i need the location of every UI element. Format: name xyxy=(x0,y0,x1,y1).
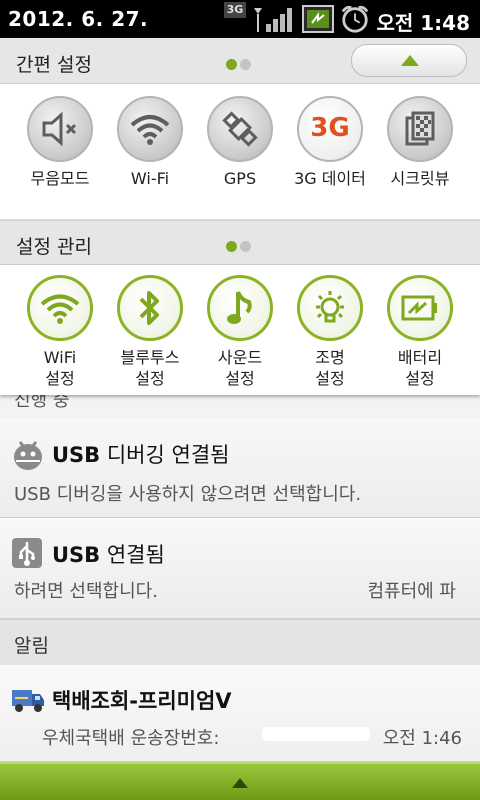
battery-icon xyxy=(387,275,453,341)
notification-title-rest: 디버깅 연결됨 xyxy=(100,443,230,467)
status-bar: 2012. 6. 27. 3G 오전 1:48 xyxy=(0,0,480,38)
3g-network-icon: 3G xyxy=(224,2,246,18)
notification-delivery[interactable]: 택배조회-프리미엄V 우체국택배 운송장번호: 오전 1:46 xyxy=(0,665,480,762)
page-indicator xyxy=(226,237,256,252)
notification-title-rest: 연결됨 xyxy=(100,543,165,567)
notification-title-bold: USB xyxy=(52,443,101,467)
wifi-icon xyxy=(117,96,183,162)
settings-management-title: 설정 관리 xyxy=(16,236,92,258)
shortcut-label: WiFi 설정 xyxy=(43,348,77,388)
page-dot-active xyxy=(226,59,237,70)
status-date: 2012. 6. 27. xyxy=(8,7,149,31)
alerts-header: 알림 xyxy=(0,619,480,665)
music-note-icon xyxy=(207,275,273,341)
settings-management-header: 설정 관리 xyxy=(0,220,480,265)
notification-title: 택배조회-프리미엄V xyxy=(52,689,232,713)
up-arrow-icon xyxy=(401,55,419,66)
mute-icon xyxy=(27,96,93,162)
quick-settings-title: 간편 설정 xyxy=(16,54,92,76)
ongoing-header: 진행 중 xyxy=(0,395,480,419)
light-bulb-icon xyxy=(297,275,363,341)
shortcut-light-settings[interactable]: 조명 설정 xyxy=(284,275,376,389)
notification-subtitle-left: 하려면 선택합니다. xyxy=(14,581,158,602)
3g-data-icon-text: 3G xyxy=(310,113,350,143)
page-indicator xyxy=(226,55,256,70)
android-debug-icon xyxy=(14,441,42,470)
alerts-title: 알림 xyxy=(14,635,49,657)
battery-charging-icon xyxy=(302,5,334,33)
3g-data-icon: 3G xyxy=(297,96,363,162)
gps-icon xyxy=(207,96,273,162)
toggle-3g-data[interactable]: 3G 3G 데이터 xyxy=(284,96,376,189)
shortcut-label: 배터리 설정 xyxy=(397,348,443,388)
page-dot xyxy=(240,241,251,252)
toggle-label: 무음모드 xyxy=(30,169,90,188)
toggle-wifi[interactable]: Wi-Fi xyxy=(104,96,196,189)
redacted-tracking-number xyxy=(262,727,370,741)
page-dot-active xyxy=(226,241,237,252)
settings-shortcuts-row: WiFi 설정 블루투스 설정 사운드 설정 조명 설정 배터리 설정 xyxy=(0,265,480,395)
bluetooth-icon xyxy=(117,275,183,341)
notification-title-bold: USB xyxy=(52,543,101,567)
signal-strength-icon xyxy=(254,8,292,32)
delivery-truck-icon xyxy=(12,690,44,712)
shortcut-battery-settings[interactable]: 배터리 설정 xyxy=(374,275,466,389)
shortcut-label: 조명 설정 xyxy=(315,348,345,388)
toggle-gps[interactable]: GPS xyxy=(194,96,286,189)
notification-title: USB 연결됨 xyxy=(52,539,165,569)
notification-title: USB 디버깅 연결됨 xyxy=(52,439,229,469)
quick-toggles-row: 무음모드 Wi-Fi GPS 3G 3G 데이터 시크릿뷰 xyxy=(0,84,480,220)
secret-view-icon xyxy=(387,96,453,162)
toggle-label: GPS xyxy=(223,169,257,188)
shortcut-wifi-settings[interactable]: WiFi 설정 xyxy=(14,275,106,389)
ongoing-title: 진행 중 xyxy=(14,395,70,411)
shortcut-bluetooth-settings[interactable]: 블루투스 설정 xyxy=(104,275,196,389)
notification-time: 오전 1:46 xyxy=(382,728,462,749)
shortcut-label: 블루투스 설정 xyxy=(120,348,180,388)
usb-icon xyxy=(12,538,42,568)
toggle-label: Wi-Fi xyxy=(130,169,170,188)
toggle-label: 시크릿뷰 xyxy=(390,169,450,188)
wifi-settings-icon xyxy=(27,275,93,341)
toggle-silent-mode[interactable]: 무음모드 xyxy=(14,96,106,189)
up-arrow-icon xyxy=(232,778,248,788)
status-time: 오전 1:48 xyxy=(376,11,470,35)
shortcut-sound-settings[interactable]: 사운드 설정 xyxy=(194,275,286,389)
collapse-panel-button[interactable] xyxy=(351,44,467,77)
notification-subtitle: USB 디버깅을 사용하지 않으려면 선택합니다. xyxy=(14,484,362,505)
panel-drag-handle[interactable] xyxy=(0,762,480,800)
notification-usb-connected[interactable]: USB 연결됨 하려면 선택합니다. 컴퓨터에 파 xyxy=(0,518,480,619)
toggle-secret-view[interactable]: 시크릿뷰 xyxy=(374,96,466,189)
shortcut-label: 사운드 설정 xyxy=(217,348,263,388)
notification-subtitle: 우체국택배 운송장번호: xyxy=(42,728,220,749)
toggle-label: 3G 데이터 xyxy=(294,169,366,188)
notification-subtitle-right: 컴퓨터에 파 xyxy=(367,581,456,602)
notification-usb-debugging[interactable]: USB 디버깅 연결됨 USB 디버깅을 사용하지 않으려면 선택합니다. xyxy=(0,419,480,518)
page-dot xyxy=(240,59,251,70)
alarm-clock-icon xyxy=(341,5,369,33)
